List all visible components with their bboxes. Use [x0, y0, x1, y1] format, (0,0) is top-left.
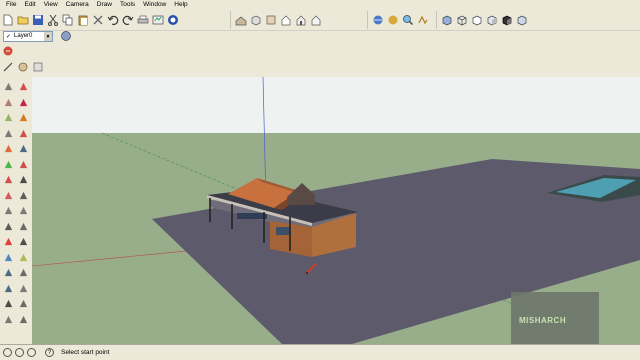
copy-icon[interactable] [61, 13, 74, 27]
arc-icon[interactable] [16, 126, 31, 141]
xray-icon[interactable] [440, 13, 453, 27]
walk-icon[interactable] [1, 312, 16, 327]
line-icon[interactable] [16, 110, 31, 125]
credits-icon[interactable] [15, 348, 24, 357]
eraser-icon[interactable] [16, 95, 31, 110]
paint-bucket-icon[interactable] [1, 95, 16, 110]
move-icon[interactable] [1, 157, 16, 172]
settings-icon[interactable] [31, 60, 44, 74]
rectangle-icon[interactable] [1, 110, 16, 125]
camera-toolbar [367, 10, 432, 29]
pan-icon[interactable] [386, 13, 399, 27]
geolocation-icon[interactable] [3, 348, 12, 357]
zoom-icon[interactable] [1, 265, 16, 280]
section-house-icon[interactable] [234, 13, 247, 27]
look-around-icon[interactable] [16, 296, 31, 311]
shaded-texture-icon[interactable] [500, 13, 513, 27]
back-view-icon[interactable] [309, 13, 322, 27]
zoom-extents-icon[interactable] [1, 281, 16, 296]
3d-text-icon[interactable] [16, 234, 31, 249]
cut-icon[interactable] [46, 13, 59, 27]
house-window [237, 213, 267, 219]
zoom-extents-icon[interactable] [416, 13, 429, 27]
hidden-line-icon[interactable] [470, 13, 483, 27]
wireframe-icon[interactable] [455, 13, 468, 27]
scale-icon[interactable] [1, 188, 16, 203]
iso-view-icon[interactable] [249, 13, 262, 27]
print-icon[interactable] [136, 13, 149, 27]
open-folder-icon[interactable] [16, 13, 29, 27]
style-toolbar [436, 10, 531, 29]
watermark-text: MISHARCH [519, 316, 567, 325]
freehand-icon[interactable] [16, 141, 31, 156]
zoom-icon[interactable] [401, 13, 414, 27]
top-view-icon[interactable] [264, 13, 277, 27]
rotate-icon[interactable] [1, 172, 16, 187]
shadow-icon[interactable] [1, 60, 14, 74]
select-icon[interactable] [1, 79, 16, 94]
layer-manager-icon[interactable] [59, 29, 72, 43]
shaded-icon[interactable] [485, 13, 498, 27]
follow-me-icon[interactable] [16, 172, 31, 187]
protractor-icon[interactable] [1, 219, 16, 234]
layer-dropdown[interactable]: ✓ Layer0 ▼ [3, 30, 53, 42]
sky [32, 77, 640, 133]
front-view-icon[interactable] [279, 13, 292, 27]
right-view-icon[interactable] [294, 13, 307, 27]
house-window [276, 227, 290, 235]
user-icon[interactable] [27, 348, 36, 357]
polygon-icon[interactable] [1, 141, 16, 156]
orbit-icon[interactable] [371, 13, 384, 27]
get-models-icon[interactable] [166, 13, 179, 27]
watermark-logo: MISHARCH [511, 292, 599, 344]
menu-tools[interactable]: Tools [116, 0, 139, 9]
text-icon[interactable] [16, 219, 31, 234]
components-icon[interactable] [1, 44, 14, 58]
push-pull-icon[interactable] [16, 157, 31, 172]
views-toolbar [230, 10, 325, 29]
undo-icon[interactable] [106, 13, 119, 27]
tape-measure-icon[interactable] [1, 203, 16, 218]
model-info-icon[interactable] [151, 13, 164, 27]
position-camera-icon[interactable] [1, 296, 16, 311]
menu-view[interactable]: View [40, 0, 62, 9]
axes-icon[interactable] [1, 234, 16, 249]
status-bar: ? Select start point [0, 344, 640, 360]
menu-camera[interactable]: Camera [62, 0, 93, 9]
menu-edit[interactable]: Edit [20, 0, 39, 9]
menu-bar: File Edit View Camera Draw Tools Window … [0, 0, 640, 9]
new-file-icon[interactable] [1, 13, 14, 27]
circle-icon[interactable] [1, 126, 16, 141]
shadow-toolbar [0, 60, 60, 74]
zoom-window-icon[interactable] [16, 265, 31, 280]
erase-icon[interactable] [91, 13, 104, 27]
save-icon[interactable] [31, 13, 44, 27]
menu-help[interactable]: Help [170, 0, 191, 9]
sandbox-toolbar [0, 44, 40, 58]
menu-draw[interactable]: Draw [93, 0, 116, 9]
orbit-icon[interactable] [1, 250, 16, 265]
menu-window[interactable]: Window [139, 0, 170, 9]
fog-icon[interactable] [16, 60, 29, 74]
pan-icon[interactable] [16, 250, 31, 265]
dimension-icon[interactable] [16, 203, 31, 218]
previous-view-icon[interactable] [16, 281, 31, 296]
status-prompt: Select start point [61, 349, 110, 356]
large-tool-set [0, 79, 32, 344]
make-component-icon[interactable] [16, 79, 31, 94]
layers-toolbar: ✓ Layer0 ▼ [0, 28, 120, 44]
current-layer-check: ✓ [6, 33, 12, 40]
monochrome-icon[interactable] [515, 13, 528, 27]
modeling-viewport[interactable]: MISHARCH [32, 77, 640, 344]
redo-icon[interactable] [121, 13, 134, 27]
offset-icon[interactable] [16, 188, 31, 203]
paste-icon[interactable] [76, 13, 89, 27]
chevron-down-icon: ▼ [44, 31, 52, 41]
current-layer-label: Layer0 [14, 33, 33, 39]
section-plane-icon[interactable] [16, 312, 31, 327]
menu-file[interactable]: File [2, 0, 20, 9]
help-icon[interactable]: ? [45, 348, 54, 357]
